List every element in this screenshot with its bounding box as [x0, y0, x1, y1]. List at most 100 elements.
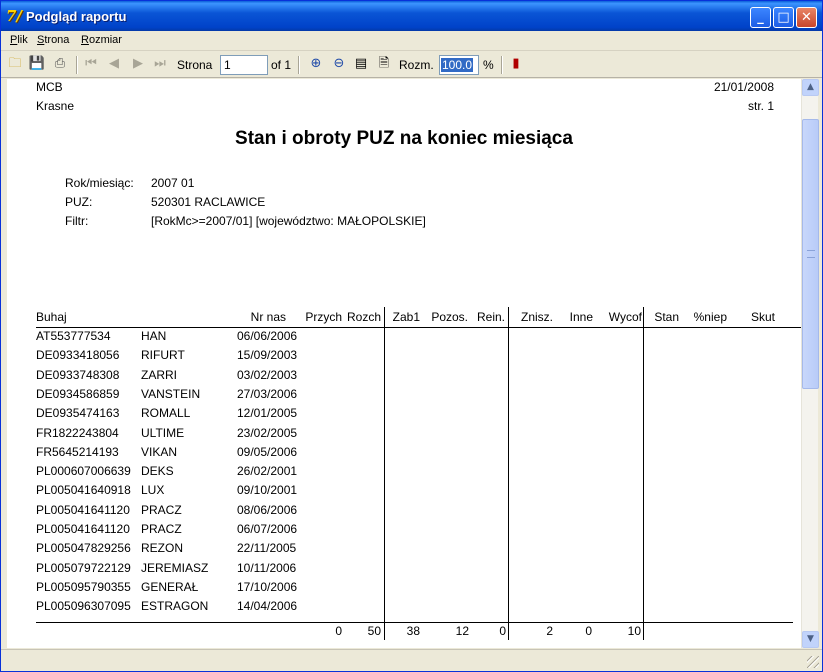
toolbar: 🗀 💾 ⎙ ⏮ ◀ ▶ ⏭ Strona of 1 ⊕ ⊖ ▤ 🗎 Rozm. … — [1, 52, 822, 78]
toolbar-separator — [298, 56, 300, 74]
cell-name: ZARRI — [141, 368, 177, 382]
total-wycof: 10 — [627, 624, 641, 638]
cell-nr_nas: 10/11/2006 — [237, 561, 297, 575]
column-header-stan: Stan — [654, 310, 679, 324]
cell-nr_nas: 08/06/2006 — [237, 503, 298, 517]
cell-buhaj: PL005041640918 — [36, 483, 131, 497]
cell-name: JEREMIASZ — [141, 561, 209, 575]
cell-buhaj: DE0934586859 — [36, 387, 120, 401]
column-header-znisz: Znisz. — [520, 310, 553, 324]
first-page-icon[interactable]: ⏮ — [82, 55, 100, 73]
cell-nr_nas: 17/10/2006 — [237, 580, 298, 594]
page-number: str. 1 — [747, 99, 774, 113]
report-preview-window: 7/ Podgląd raportu _ □ ✕ Plik Strona Roz… — [0, 0, 823, 672]
cell-nr_nas: 06/07/2006 — [237, 522, 298, 536]
exit-door-icon[interactable]: ▮ — [507, 55, 525, 73]
header-rule — [36, 327, 801, 328]
column-header-rozch: Rozch — [346, 310, 381, 324]
cell-nr_nas: 03/02/2003 — [237, 368, 298, 382]
cell-buhaj: PL005095790355 — [36, 580, 131, 594]
cell-buhaj: PL000607006639 — [36, 464, 131, 478]
cell-buhaj: FR1822243804 — [36, 426, 119, 440]
cell-nr_nas: 09/05/2006 — [237, 445, 298, 459]
column-header-pozos: Pozos. — [431, 310, 468, 324]
title-bar[interactable]: 7/ Podgląd raportu _ □ ✕ — [1, 1, 822, 31]
report-page: MCB Krasne 21/01/2008 str. 1 Stan i obro… — [7, 79, 801, 648]
cell-buhaj: DE0933418056 — [36, 348, 120, 362]
page-width-icon[interactable]: ▤ — [352, 55, 370, 73]
param-value: 2007 01 — [151, 176, 195, 190]
scroll-thumb[interactable] — [802, 119, 819, 389]
column-header-nr_nas: Nr nas — [250, 310, 286, 324]
param-label: PUZ: — [65, 195, 93, 209]
resize-grip-icon[interactable] — [807, 656, 819, 668]
menu-bar: Plik Strona Rozmiar — [1, 31, 822, 51]
close-icon: ✕ — [801, 10, 812, 25]
cell-name: VANSTEIN — [141, 387, 201, 401]
cell-buhaj: PL005096307095 — [36, 599, 131, 613]
cell-nr_nas: 26/02/2001 — [237, 464, 298, 478]
menu-strona[interactable]: Strona — [37, 34, 69, 46]
cell-buhaj: PL005041641120 — [36, 522, 130, 536]
page-label: Strona — [177, 58, 213, 72]
param-value: 520301 RACLAWICE — [151, 195, 266, 209]
cell-nr_nas: 09/10/2001 — [237, 483, 298, 497]
close-button[interactable]: ✕ — [796, 7, 817, 28]
zoom-in-icon[interactable]: ⊕ — [307, 55, 325, 73]
cell-nr_nas: 06/06/2006 — [237, 329, 298, 343]
vertical-scrollbar[interactable]: ▲ ▼ — [801, 79, 819, 648]
cell-buhaj: PL005041641120 — [36, 503, 130, 517]
app-icon: 7/ — [6, 7, 22, 25]
zoom-input[interactable]: 100.0 — [439, 55, 479, 75]
cell-buhaj: FR5645214193 — [36, 445, 119, 459]
cell-name: VIKAN — [141, 445, 178, 459]
minimize-button[interactable]: _ — [750, 7, 771, 28]
maximize-button[interactable]: □ — [773, 7, 794, 28]
cell-name: LUX — [141, 483, 165, 497]
window-title: Podgląd raportu — [26, 9, 127, 24]
column-header-nieplod: %niep — [693, 310, 727, 324]
place-name: Krasne — [36, 99, 75, 113]
cell-name: ULTIME — [141, 426, 185, 440]
page-number-input[interactable] — [220, 55, 268, 75]
zoom-out-icon[interactable]: ⊖ — [330, 55, 348, 73]
menu-plik[interactable]: Plik — [10, 34, 28, 46]
total-inne: 0 — [585, 624, 592, 638]
whole-page-icon[interactable]: 🗎 — [375, 55, 393, 73]
column-header-inne: Inne — [569, 310, 593, 324]
column-divider — [384, 307, 385, 640]
previous-page-icon[interactable]: ◀ — [105, 55, 123, 73]
total-pozos: 12 — [455, 624, 469, 638]
toolbar-separator — [501, 56, 503, 74]
cell-buhaj: DE0935474163 — [36, 406, 120, 420]
cell-buhaj: PL005047829256 — [36, 541, 131, 555]
size-label: Rozm. — [399, 58, 434, 72]
column-header-zab1: Zab1 — [392, 310, 420, 324]
total-rozch: 50 — [367, 624, 381, 638]
cell-buhaj: DE0933748308 — [36, 368, 120, 382]
print-icon[interactable]: ⎙ — [51, 55, 69, 73]
open-folder-icon[interactable]: 🗀 — [6, 55, 24, 73]
company-name: MCB — [36, 80, 63, 94]
last-page-icon[interactable]: ⏭ — [151, 55, 169, 73]
scroll-down-icon[interactable]: ▼ — [802, 631, 819, 648]
param-value: [RokMc>=2007/01] [województwo: MAŁOPOLSK… — [151, 214, 426, 228]
total-przych: 0 — [335, 624, 342, 638]
next-page-icon[interactable]: ▶ — [129, 55, 147, 73]
scroll-up-icon[interactable]: ▲ — [802, 79, 819, 96]
column-header-przych: Przych — [305, 310, 342, 324]
cell-name: PRACZ — [141, 522, 182, 536]
cell-nr_nas: 22/11/2005 — [237, 541, 297, 555]
cell-name: REZON — [141, 541, 183, 555]
menu-rozmiar[interactable]: Rozmiar — [81, 34, 122, 46]
cell-name: PRACZ — [141, 503, 182, 517]
column-header-rein: Rein. — [476, 310, 505, 324]
column-header-wycof: Wycof — [608, 310, 642, 324]
save-icon[interactable]: 💾 — [28, 55, 46, 73]
cell-name: HAN — [141, 329, 167, 343]
column-header-skut: Skut — [750, 310, 775, 324]
totals-rule — [36, 622, 793, 623]
cell-nr_nas: 12/01/2005 — [237, 406, 298, 420]
toolbar-separator — [76, 56, 78, 74]
maximize-icon: □ — [777, 10, 790, 25]
